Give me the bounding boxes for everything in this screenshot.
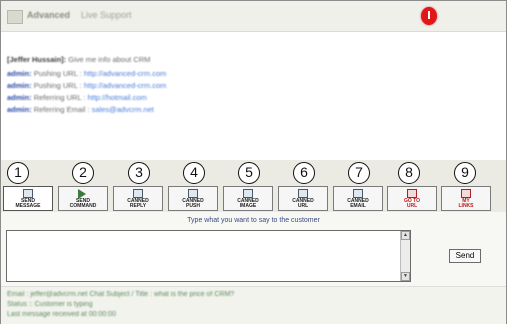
sender-name: admin:	[7, 69, 32, 78]
transcript-line: admin: Referring Email : sales@advcrm.ne…	[7, 105, 154, 114]
canned-reply-button[interactable]: CANNED REPLY	[113, 186, 163, 211]
window-title: Advanced	[27, 10, 71, 20]
live-support-window: Advanced Live Support [Jeffer Hussain]: …	[0, 0, 507, 324]
message-link[interactable]: sales@advcrm.net	[92, 105, 154, 114]
canned-email-button[interactable]: CANNED EMAIL	[333, 186, 383, 211]
transcript-line: admin: Pushing URL : http://advanced-crm…	[7, 81, 166, 90]
sender-name: admin:	[7, 105, 32, 114]
transcript-line: admin: Referring URL : http://hotmail.co…	[7, 93, 147, 102]
callout-number: 1	[7, 162, 29, 184]
title-bar: Advanced Live Support	[1, 1, 506, 32]
button-label: PUSH	[186, 203, 200, 209]
message-link[interactable]: http://advanced-crm.com	[84, 81, 167, 90]
sender-name: admin:	[7, 81, 32, 90]
transcript-line: [Jeffer Hussain]: Give me info about CRM	[7, 55, 150, 64]
message-text: Give me info about CRM	[68, 55, 151, 64]
send-command-button[interactable]: SEND COMMAND	[58, 186, 108, 211]
message-scrollbar[interactable]: ▲ ▼	[400, 231, 410, 281]
transcript-line: admin: Pushing URL : http://advanced-crm…	[7, 69, 166, 78]
button-label: URL	[406, 203, 418, 209]
chat-transcript: [Jeffer Hussain]: Give me info about CRM…	[1, 32, 506, 160]
callout-number: 2	[72, 162, 94, 184]
status-line: Email : jeffer@advcrm.net Chat Subject /…	[7, 291, 235, 298]
sender-name: admin:	[7, 93, 32, 102]
message-text: Referring Email :	[33, 105, 92, 114]
callout-number: 9	[454, 162, 476, 184]
callout-number: 6	[293, 162, 315, 184]
close-chat-icon[interactable]	[421, 7, 437, 25]
go-to-url-icon	[407, 189, 417, 198]
button-label: EMAIL	[350, 203, 366, 209]
canned-url-icon	[298, 189, 308, 198]
message-text: Referring URL :	[33, 93, 88, 102]
message-input[interactable]: ▲ ▼	[6, 230, 411, 282]
my-links-icon	[461, 189, 471, 198]
button-label: URL	[297, 203, 309, 209]
message-link[interactable]: http://hotmail.com	[88, 93, 147, 102]
button-label: COMMAND	[69, 203, 97, 209]
callout-number: 5	[238, 162, 260, 184]
status-area: Email : jeffer@advcrm.net Chat Subject /…	[1, 286, 506, 324]
canned-email-icon	[353, 189, 363, 198]
canned-push-button[interactable]: CANNED PUSH	[168, 186, 218, 211]
canned-image-button[interactable]: CANNED IMAGE	[223, 186, 273, 211]
canned-reply-icon	[133, 189, 143, 198]
my-links-button[interactable]: MY LINKS	[441, 186, 491, 211]
go-to-url-button[interactable]: GO TO URL	[387, 186, 437, 211]
canned-push-icon	[188, 189, 198, 198]
sender-name: [Jeffer Hussain]:	[7, 55, 67, 64]
window-subtitle: Live Support	[81, 10, 132, 20]
callout-number: 3	[128, 162, 150, 184]
send-button[interactable]: Send	[449, 249, 481, 263]
send-message-button[interactable]: SEND MESSAGE	[3, 186, 53, 211]
scroll-down-icon[interactable]: ▼	[401, 272, 410, 281]
action-toolbar: 1 SEND MESSAGE 2 SEND COMMAND 3 CANNED REPL…	[1, 160, 506, 212]
compose-hint: Type what you want to say to the custome…	[187, 217, 320, 224]
message-text: Pushing URL :	[33, 81, 84, 90]
app-logo-icon	[7, 10, 23, 24]
button-label: MESSAGE	[15, 203, 41, 209]
canned-image-icon	[243, 189, 253, 198]
callout-number: 8	[398, 162, 420, 184]
callout-number: 4	[183, 162, 205, 184]
button-label: IMAGE	[239, 203, 257, 209]
status-line: Last message received at 00:00:00	[7, 311, 116, 318]
button-label: LINKS	[458, 203, 474, 209]
message-text: Pushing URL :	[33, 69, 84, 78]
message-link[interactable]: http://advanced-crm.com	[84, 69, 167, 78]
callout-number: 7	[348, 162, 370, 184]
button-label: REPLY	[129, 203, 147, 209]
send-message-icon	[23, 189, 33, 198]
canned-url-button[interactable]: CANNED URL	[278, 186, 328, 211]
status-line: Status :: Customer is typing	[7, 301, 93, 308]
scroll-up-icon[interactable]: ▲	[401, 231, 410, 240]
